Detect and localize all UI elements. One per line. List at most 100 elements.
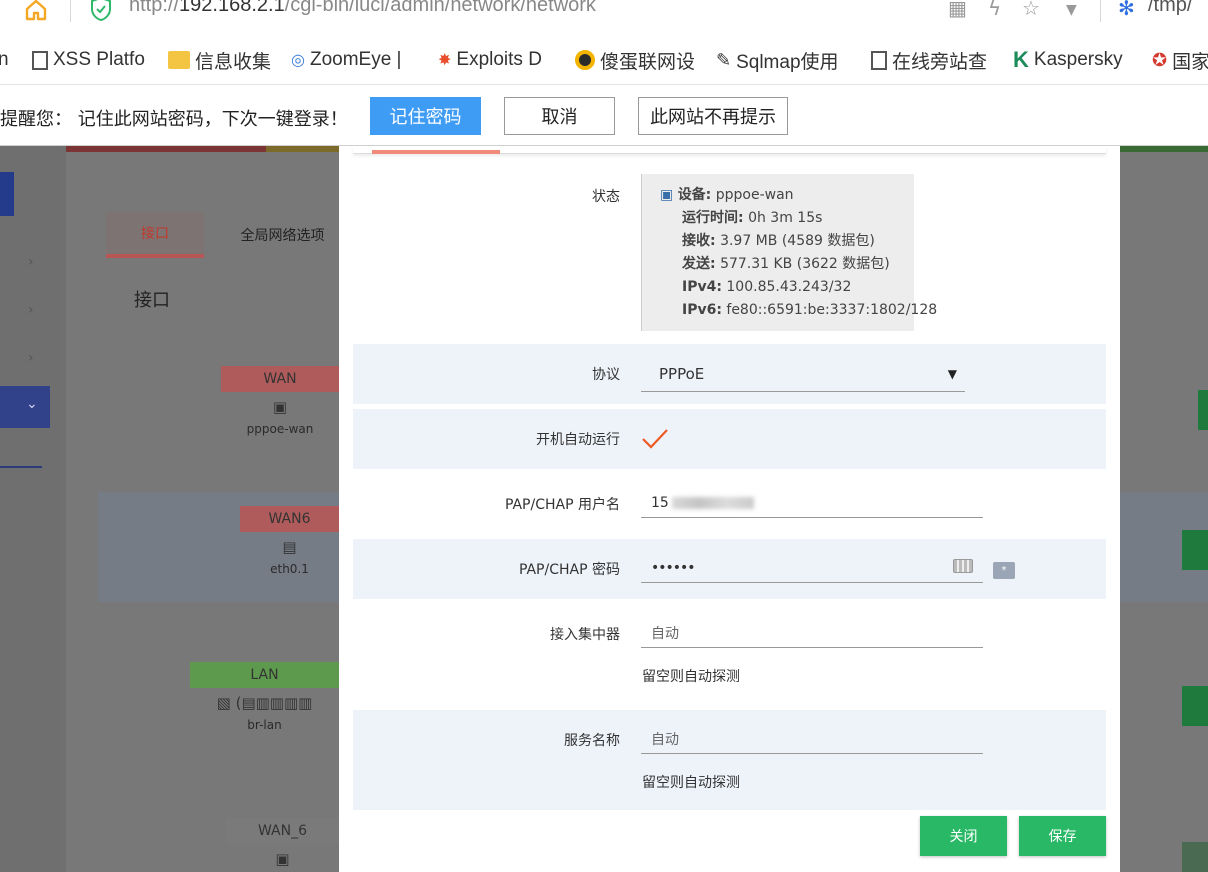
edit-button[interactable] [1182, 530, 1208, 570]
document-icon [32, 50, 48, 70]
protocol-label: 协议 [592, 367, 620, 383]
bookmark-label: XSS Platfo [53, 49, 145, 70]
edit-button[interactable] [1182, 842, 1208, 872]
status-key: 设备: [677, 187, 712, 203]
service-input[interactable]: 自动 [641, 724, 983, 754]
password-label: PAP/CHAP 密码 [518, 562, 620, 578]
keyboard-icon[interactable] [953, 559, 973, 573]
status-ipv6: IPv6: fe80::6591:be:3337:1802/128 [660, 299, 937, 322]
bookmark-item[interactable]: 在线旁站查 [871, 48, 987, 73]
kaspersky-icon: K [1013, 47, 1029, 72]
interface-device: eth0.1 [270, 562, 309, 576]
emblem-icon: ✪ [1152, 49, 1168, 70]
edit-button[interactable] [1182, 686, 1208, 726]
search-box-text[interactable]: /tmp/ [1148, 0, 1192, 17]
bookmark-item[interactable]: K Kaspersky [1013, 47, 1123, 72]
bookmark-label: Sqlmap使用 [736, 51, 839, 73]
active-tab-underline [372, 150, 500, 154]
status-ipv4: IPv4: 100.85.43.243/32 [660, 276, 914, 299]
bookmark-item[interactable]: ✎ Sqlmap使用 [716, 48, 839, 73]
bookmark-label: Kaspersky [1033, 49, 1123, 70]
interface-card-wan[interactable]: WAN ▣ pppoe-wan [221, 366, 339, 436]
status-device: ▣ 设备: pppoe-wan [660, 184, 914, 207]
interface-card-lan[interactable]: LAN ▧ (▤▥▥▥▥ br-lan [190, 662, 339, 732]
edit-button[interactable] [1198, 390, 1208, 430]
home-icon[interactable] [24, 0, 48, 22]
concentrator-label: 接入集中器 [550, 627, 620, 643]
qrcode-icon[interactable]: ▦ [948, 0, 967, 20]
status-key: 运行时间: [682, 210, 744, 226]
bookmark-item[interactable]: ✪ 国家 [1152, 48, 1208, 73]
bookmark-item[interactable]: XSS Platfo [32, 48, 145, 72]
username-input[interactable]: 15 [641, 488, 983, 518]
username-row: PAP/CHAP 用户名 15 [353, 474, 1106, 534]
chevron-right-icon[interactable]: › [28, 302, 34, 318]
chevron-down-icon[interactable]: ▼ [1066, 2, 1077, 18]
cancel-button[interactable]: 取消 [504, 97, 615, 135]
protocol-value: PPPoE [659, 364, 705, 383]
status-key: IPv6: [682, 302, 722, 318]
protocol-select[interactable]: PPPoE ▼ [641, 356, 965, 392]
bookmark-item[interactable]: ◎ ZoomEye | [291, 48, 402, 72]
bookmarks-bar: n XSS Platfo 信息收集 ◎ ZoomEye | ✸ Exploits… [0, 40, 1208, 80]
modal-tab-bar [353, 146, 1106, 154]
network-port-icon: ▤ [282, 538, 297, 556]
save-password-message: 提醒您： 记住此网站密码，下次一键登录！ [0, 109, 348, 130]
close-button[interactable]: 关闭 [920, 816, 1007, 856]
url-text[interactable]: http://192.168.2.1/cgi-bin/luci/admin/ne… [129, 0, 596, 17]
never-prompt-button[interactable]: 此网站不再提示 [638, 97, 788, 135]
bookmark-label: Exploits D [456, 49, 542, 70]
interface-card-wan6[interactable]: WAN6 ▤ eth0.1 [240, 506, 339, 576]
network-device-icon: ▣ [275, 850, 290, 868]
remember-password-button[interactable]: 记住密码 [370, 97, 481, 135]
interface-card-wan-6[interactable]: WAN_6 ▣ [226, 818, 339, 868]
bookmark-item[interactable]: 傻蛋联网设 [575, 48, 696, 73]
document-icon [871, 50, 887, 70]
status-tx: 发送: 577.31 KB (3622 数据包) [660, 253, 914, 276]
autostart-checkbox[interactable] [641, 427, 669, 451]
status-value: 0h 3m 15s [748, 210, 823, 226]
interface-badge: WAN6 [240, 506, 339, 532]
bookmark-item[interactable]: 信息收集 [168, 48, 271, 73]
color-strip [266, 146, 339, 152]
concentrator-input[interactable]: 自动 [641, 618, 983, 648]
chevron-right-icon[interactable]: › [28, 254, 34, 270]
bookmark-label: 傻蛋联网设 [600, 51, 696, 73]
lightning-icon[interactable]: ϟ [988, 0, 1001, 20]
security-shield-icon[interactable] [90, 0, 112, 21]
sidebar-divider [0, 466, 42, 468]
baidu-icon[interactable]: ✻ [1118, 0, 1135, 20]
bookmark-item[interactable]: ✸ Exploits D [438, 48, 542, 72]
chevron-right-icon[interactable]: › [28, 350, 34, 366]
service-placeholder: 自动 [651, 731, 679, 748]
password-input[interactable]: •••••• [641, 553, 983, 583]
status-value: 3.97 MB (4589 数据包) [720, 233, 875, 249]
save-password-bar: 提醒您： 记住此网站密码，下次一键登录！ 记住密码 取消 此网站不再提示 [0, 84, 1208, 146]
status-box: ▣ 设备: pppoe-wan 运行时间: 0h 3m 15s 接收: 3.97… [641, 174, 937, 331]
save-button[interactable]: 保存 [1019, 816, 1106, 856]
status-key: 接收: [682, 233, 716, 249]
protocol-row: 协议 PPPoE ▼ [353, 344, 1106, 404]
dropdown-arrow-icon: ▼ [947, 366, 957, 381]
sidebar-item-network[interactable]: ⌄ [0, 386, 50, 428]
bookmark-item[interactable]: n [0, 48, 9, 72]
status-value: fe80::6591:be:3337:1802/128 [726, 302, 938, 318]
interface-device: br-lan [247, 718, 282, 732]
tab-interfaces[interactable]: 接口 [106, 212, 204, 258]
interface-badge: WAN_6 [226, 818, 339, 844]
tab-global-options[interactable]: 全局网络选项 [226, 212, 339, 258]
interface-badge: WAN [221, 366, 339, 392]
concentrator-hint: 留空则自动探测 [642, 669, 740, 685]
reveal-password-button[interactable]: * [993, 562, 1015, 579]
eye-icon: ◎ [291, 52, 305, 69]
circle-icon [575, 50, 595, 70]
color-strip [1120, 146, 1208, 152]
folder-icon [168, 51, 190, 69]
url-host: 192.168.2.1 [179, 0, 285, 16]
network-device-icon: ▣ [272, 398, 288, 416]
password-row: PAP/CHAP 密码 •••••• * [353, 539, 1106, 599]
pen-icon: ✎ [716, 49, 732, 70]
status-value: 577.31 KB (3622 数据包) [720, 256, 890, 272]
star-icon[interactable]: ☆ [1022, 0, 1040, 20]
sidebar-active-marker [0, 172, 14, 216]
